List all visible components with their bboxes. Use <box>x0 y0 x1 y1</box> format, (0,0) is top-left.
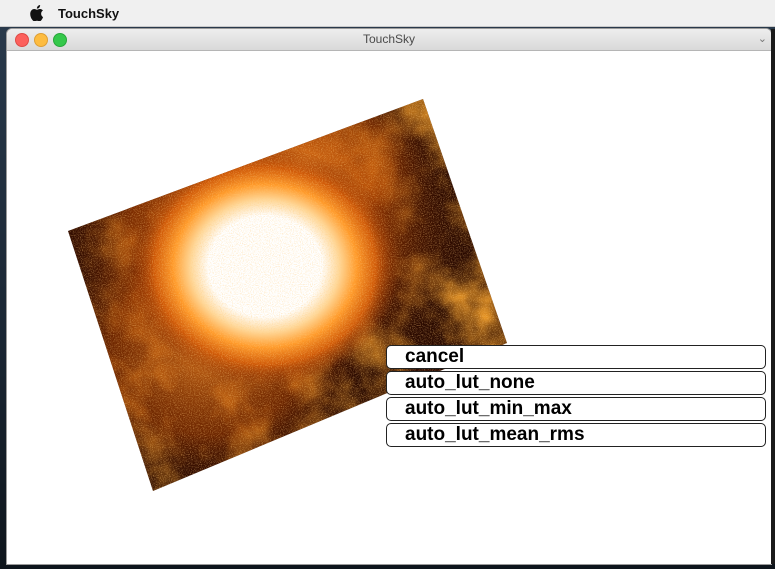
menu-item-auto-lut-mean-rms[interactable]: auto_lut_mean_rms <box>386 423 766 447</box>
app-menu-name[interactable]: TouchSky <box>58 6 119 21</box>
window-title: TouchSky <box>362 32 416 46</box>
menu-item-auto-lut-min-max[interactable]: auto_lut_min_max <box>386 397 766 421</box>
menu-item-cancel[interactable]: cancel <box>386 345 766 369</box>
astronomical-image[interactable] <box>7 51 771 564</box>
sky-image-content <box>68 99 507 491</box>
app-window: TouchSky ⌄ cancel auto_lut_none auto_lut… <box>7 29 771 564</box>
titlebar-chevron-icon: ⌄ <box>757 33 767 45</box>
apple-menu-icon[interactable] <box>26 0 48 26</box>
context-menu: cancel auto_lut_none auto_lut_min_max au… <box>386 345 766 449</box>
menu-item-auto-lut-none[interactable]: auto_lut_none <box>386 371 766 395</box>
window-titlebar[interactable]: TouchSky ⌄ <box>7 29 771 51</box>
window-right-edge <box>771 29 775 564</box>
sky-canvas[interactable]: cancel auto_lut_none auto_lut_min_max au… <box>7 51 771 564</box>
system-menubar: TouchSky <box>0 0 775 27</box>
